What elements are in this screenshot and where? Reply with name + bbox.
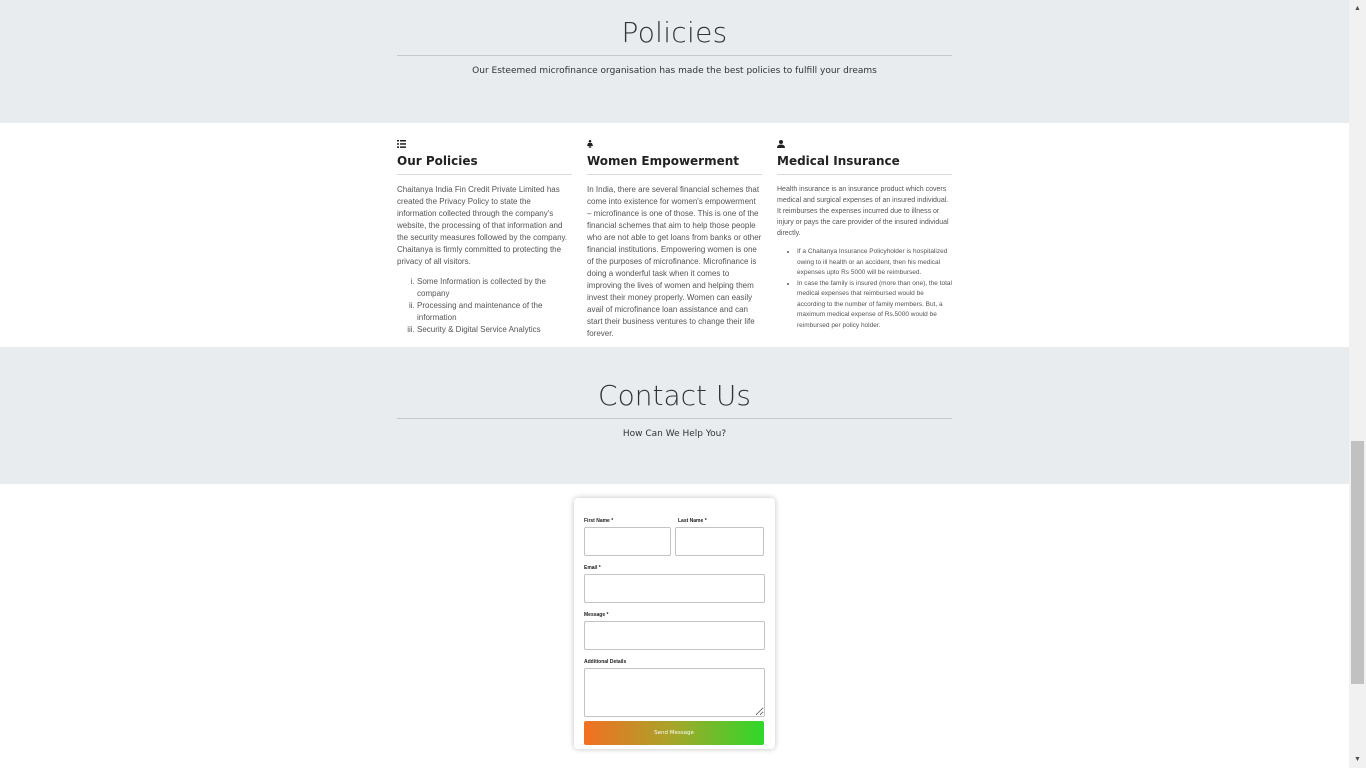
first-name-field[interactable] [584,527,671,556]
email-group: Email * [584,565,765,603]
message-field[interactable] [584,621,765,650]
send-message-button[interactable]: Send Message [584,721,764,745]
email-label: Email * [584,565,601,571]
policies-header: Policies Our Esteemed microfinance organ… [0,0,1349,123]
list-icon [397,140,572,151]
message-label: Message * [584,612,609,618]
last-name-group: Last Name * [675,518,764,556]
policy-column-title: Women Empowerment [587,154,762,175]
list-item: Security & Digital Service Analytics [417,324,572,336]
policy-column-title: Our Policies [397,154,572,175]
policy-column-our-policies: Our Policies Chaitanya India Fin Credit … [397,140,572,347]
email-field[interactable] [584,574,765,603]
first-name-label: First Name * [584,518,614,524]
name-row: First Name * Last Name * [584,518,765,556]
policy-column-text: In India, there are several financial sc… [587,185,762,338]
page: Policies Our Esteemed microfinance organ… [0,0,1349,768]
contact-divider [397,418,952,419]
details-group: Additional Details [584,659,765,717]
details-label: Additional Details [584,659,627,665]
additional-details-field[interactable] [584,668,765,717]
policies-divider [397,55,952,56]
contact-form: First Name * Last Name * Email * Message… [574,498,775,749]
page-scrollbar[interactable]: ▲ ▼ [1349,0,1366,768]
user-doctor-icon [777,140,952,151]
last-name-field[interactable] [675,527,764,556]
contact-form-section: First Name * Last Name * Email * Message… [0,484,1349,768]
policy-column-medical-insurance: Medical Insurance Health insurance is an… [777,140,952,347]
policies-columns: Our Policies Chaitanya India Fin Credit … [397,123,952,347]
first-name-group: First Name * [584,518,671,556]
contact-subtitle: How Can We Help You? [622,429,727,439]
message-group: Message * [584,612,765,650]
last-name-label: Last Name * [678,518,707,524]
list-item: Some Information is collected by the com… [417,276,572,300]
contact-header: Contact Us How Can We Help You? [0,347,1349,484]
female-icon [587,140,762,151]
list-item: In case the family is insured (more than… [797,279,952,332]
list-item: If a Chaitanya Insurance Policyholder is… [797,247,952,279]
policy-column-text: Chaitanya India Fin Credit Private Limit… [397,185,568,266]
scrollbar-thumb[interactable] [1351,441,1364,684]
policy-column-title: Medical Insurance [777,154,952,175]
list-item: Processing and maintenance of the inform… [417,300,572,324]
insurance-list: If a Chaitanya Insurance Policyholder is… [777,247,952,331]
policies-subtitle: Our Esteemed microfinance organisation h… [472,66,877,76]
contact-title: Contact Us [598,379,751,412]
policy-column-women-empowerment: Women Empowerment In India, there are se… [587,140,762,347]
triangle-up-icon[interactable]: ▲ [1349,0,1366,17]
triangle-down-icon[interactable]: ▼ [1349,751,1366,768]
policy-column-text: Health insurance is an insurance product… [777,186,949,237]
policy-list: Some Information is collected by the com… [397,276,572,336]
policies-title: Policies [621,16,728,49]
